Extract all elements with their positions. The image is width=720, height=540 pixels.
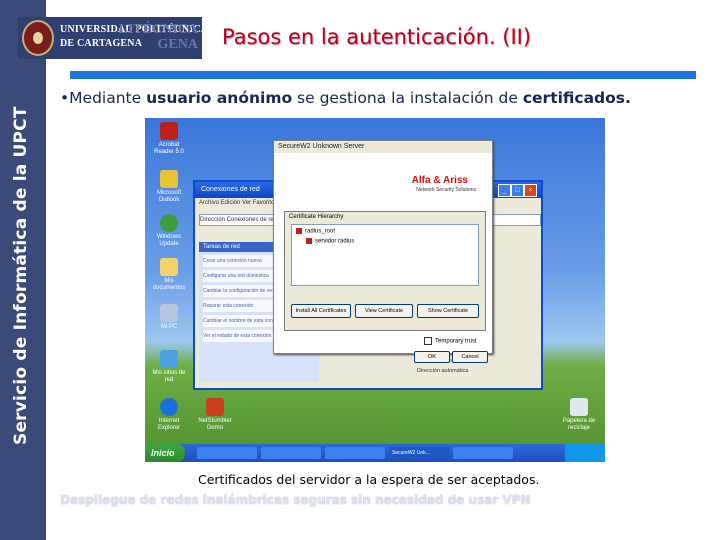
acrobat-icon (160, 122, 178, 140)
desktop-icon-my-documents[interactable]: Mis documentos (149, 258, 189, 292)
internet-explorer-icon (160, 398, 178, 416)
desktop-icon-label: Mi PC (160, 324, 178, 330)
start-button[interactable]: Inicio (145, 444, 185, 462)
sidebar-label: Servicio de Informática de la UPCT (11, 106, 31, 445)
menu-bar[interactable]: Archivo Edición Ver Favoritos (199, 200, 277, 206)
desktop-icon-label: Microsoft Outlook (156, 190, 182, 203)
netstumbler-icon (206, 398, 224, 416)
cancel-button[interactable]: Cancel (452, 351, 488, 363)
crest-icon (22, 20, 54, 56)
logo-watermark-line2: GENA (157, 37, 198, 52)
taskbar-button[interactable] (261, 447, 321, 459)
windows-update-icon (160, 214, 178, 232)
logo-watermark: LITÉCNICA GENA (119, 22, 198, 52)
tree-node-child[interactable]: servidor radius (306, 238, 354, 245)
connection-status-2: Dirección automática (417, 368, 469, 374)
recycle-bin-icon (570, 398, 588, 416)
ok-button[interactable]: OK (414, 351, 450, 363)
footer-text: Despliegue de redes inalámbricas seguras… (60, 493, 531, 507)
checkbox-label: Temporary trust (435, 338, 477, 345)
desktop-icon-network[interactable]: Mis sitios de red (149, 350, 189, 384)
logo-watermark-line1: LITÉCNICA (118, 22, 198, 37)
taskbar-button[interactable] (325, 447, 385, 459)
securew2-dialog[interactable]: SecureW2 Unknown Server Alfa & Ariss Net… (273, 140, 493, 363)
certificate-icon (296, 228, 302, 234)
tree-node-label: servidor radius (315, 238, 355, 245)
bullet-text-2: se gestiona la instalación de (292, 89, 523, 107)
desktop-icon-outlook[interactable]: Microsoft Outlook (149, 170, 189, 204)
tree-node-root[interactable]: radius_root (296, 228, 335, 235)
windows-screenshot: Acrobat Reader 5.0 Microsoft Outlook Win… (145, 118, 605, 462)
bullet-point: •Mediante usuario anónimo se gestiona la… (60, 89, 631, 107)
brand-logo-text: Alfa & Ariss (411, 175, 468, 186)
desktop-icon-label: Internet Explorer (157, 418, 181, 431)
university-logo: UNIVERSIDAD POLITÉCNICA DE CARTAGENA LIT… (18, 17, 208, 59)
desktop-icon-label: Mis sitios de red (152, 370, 186, 383)
desktop-icon-my-computer[interactable]: Mi PC (149, 304, 189, 331)
outlook-icon (160, 170, 178, 188)
desktop-icon-label: Acrobat Reader 5.0 (154, 142, 184, 155)
certificate-icon (306, 238, 312, 244)
desktop-icon-label: Mis documentos (152, 278, 186, 291)
desktop-icon-recycle-bin[interactable]: Papelera de reciclaje (559, 398, 599, 432)
taskbar: Inicio SecureW2 Unk... (145, 444, 605, 462)
taskbar-button[interactable] (453, 447, 513, 459)
bullet-bold-1: usuario anónimo (146, 89, 293, 107)
network-icon (160, 350, 178, 368)
certificate-hierarchy-panel: Certificate Hierarchy radius_root servid… (284, 211, 486, 331)
title-underline (70, 71, 696, 79)
bullet-marker: • (60, 89, 70, 107)
system-tray (565, 444, 605, 462)
sidebar: Servicio de Informática de la UPCT (0, 0, 46, 540)
tree-node-label: radius_root (305, 228, 336, 235)
taskbar-button[interactable] (197, 447, 257, 459)
desktop-icon-internet-explorer[interactable]: Internet Explorer (149, 398, 189, 432)
screenshot-caption: Certificados del servidor a la espera de… (198, 472, 540, 487)
desktop-icon-netstumbler[interactable]: NetStumbler Demo (195, 398, 235, 432)
desktop-icon-acrobat[interactable]: Acrobat Reader 5.0 (149, 122, 189, 156)
bullet-text-1: Mediante (69, 89, 147, 107)
brand-tagline: Network Security Solutions (416, 187, 476, 193)
certificate-tree[interactable]: radius_root servidor radius (291, 224, 479, 286)
section-label: Certificate Hierarchy (289, 214, 344, 220)
close-icon[interactable]: × (524, 184, 537, 197)
folder-icon (160, 258, 178, 276)
computer-icon (160, 304, 178, 322)
desktop-icon-label: Papelera de reciclaje (562, 418, 596, 431)
checkbox-box[interactable] (424, 337, 432, 345)
taskbar-button-active[interactable]: SecureW2 Unk... (389, 447, 449, 459)
slide-title: Pasos en la autenticación. (II) (222, 25, 532, 49)
desktop-icon-label: Windows Update (156, 234, 182, 247)
show-certificate-button[interactable]: Show Certificate (417, 304, 479, 318)
minimize-icon[interactable]: _ (498, 184, 511, 197)
temporary-trust-checkbox[interactable]: Temporary trust (424, 337, 477, 345)
install-all-certificates-button[interactable]: Install All Certificates (291, 304, 351, 318)
maximize-icon[interactable]: □ (511, 184, 524, 197)
bullet-bold-2: certificados. (522, 89, 631, 107)
desktop-icon-windows-update[interactable]: Windows Update (149, 214, 189, 248)
desktop-icon-label: NetStumbler Demo (198, 418, 232, 431)
dialog-titlebar[interactable]: SecureW2 Unknown Server (274, 141, 492, 153)
view-certificate-button[interactable]: View Certificate (355, 304, 413, 318)
